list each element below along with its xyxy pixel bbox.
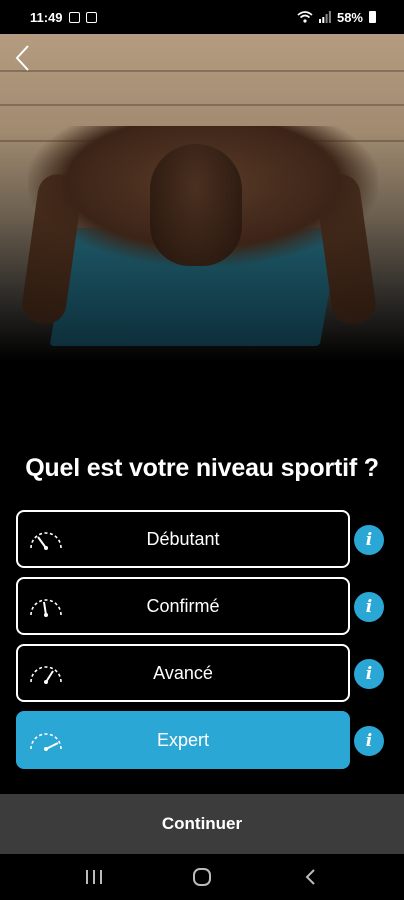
level-option-debutant[interactable]: Débutant xyxy=(16,510,350,568)
level-option-expert[interactable]: Expert xyxy=(16,711,350,769)
chevron-left-icon[interactable] xyxy=(14,44,40,74)
status-right: 58% xyxy=(297,10,376,25)
info-icon[interactable]: i xyxy=(354,592,384,622)
gauge-mid-icon xyxy=(30,599,62,617)
page-title: Quel est votre niveau sportif ? xyxy=(25,454,379,482)
battery-percent: 58% xyxy=(336,9,363,25)
info-icon[interactable]: i xyxy=(354,659,384,689)
system-nav-bar xyxy=(0,854,404,900)
status-bar: 11:49 58% xyxy=(0,0,404,34)
level-option-avance[interactable]: Avancé xyxy=(16,644,350,702)
level-label: Confirmé xyxy=(146,595,220,616)
level-label: Avancé xyxy=(153,662,213,683)
wifi-icon xyxy=(297,11,313,23)
hero-image xyxy=(0,34,404,362)
level-label: Expert xyxy=(156,729,210,750)
gauge-low-icon xyxy=(30,532,62,550)
recent-apps-icon[interactable] xyxy=(74,857,114,897)
signal-icon xyxy=(318,11,331,23)
notification-icon xyxy=(85,11,97,23)
status-time: 11:49 xyxy=(30,9,63,25)
home-icon[interactable] xyxy=(182,857,222,897)
level-label: Débutant xyxy=(146,528,220,549)
athlete-head xyxy=(150,144,242,266)
level-option-confirme[interactable]: Confirmé xyxy=(16,577,350,635)
battery-icon xyxy=(369,11,376,23)
info-icon[interactable]: i xyxy=(354,525,384,555)
gauge-max-icon xyxy=(30,733,62,751)
gallery-icon xyxy=(68,11,80,23)
status-left: 11:49 xyxy=(30,10,97,25)
continue-button[interactable]: Continuer xyxy=(0,794,404,854)
gauge-high-icon xyxy=(30,666,62,684)
info-icon[interactable]: i xyxy=(354,726,384,756)
back-icon[interactable] xyxy=(290,857,330,897)
